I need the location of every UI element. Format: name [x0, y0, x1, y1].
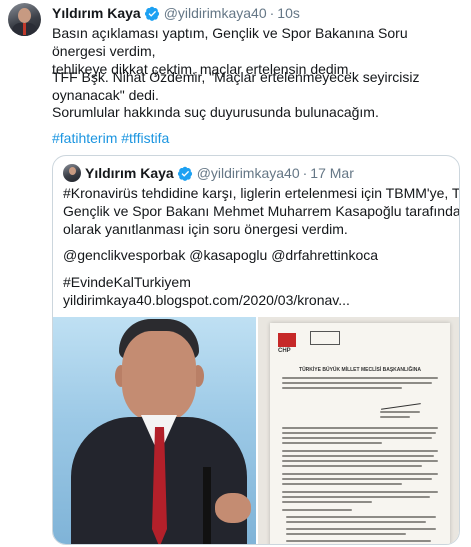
author-name[interactable]: Yıldırım Kaya: [52, 5, 141, 21]
quoted-tweet[interactable]: Yıldırım Kaya @yildirimkaya40 · 17 Mar #…: [52, 155, 460, 545]
hashtag-link[interactable]: #tffistifa: [121, 130, 169, 146]
document-photo[interactable]: CHP TÜRKİYE BÜYÜK MİLLET MECLİSİ BAŞKANL…: [258, 317, 459, 544]
author-handle[interactable]: @yildirimkaya40: [164, 5, 267, 21]
quoted-line-3: olarak yanıtlanması için soru önergesi v…: [63, 221, 348, 237]
quoted-mentions: @genclikvesporbak @kasapoglu @drfahretti…: [63, 247, 379, 263]
author-avatar[interactable]: [8, 3, 41, 36]
chp-logo: [278, 333, 296, 347]
quoted-hashtag: #EvindeKalTurkiyem: [63, 274, 191, 290]
tweet: Yıldırım Kaya @yildirimkaya40 · 10s Bası…: [0, 0, 471, 547]
politician-photo[interactable]: [53, 317, 256, 544]
tweet-paragraph-2: TFF Bşk. Nihat Özdemir, "Maçlar ertelenm…: [52, 69, 420, 103]
tweet-time[interactable]: 10s: [277, 5, 300, 21]
tweet-header: Yıldırım Kaya @yildirimkaya40 · 10s: [52, 4, 300, 22]
parliament-question-document: CHP TÜRKİYE BÜYÜK MİLLET MECLİSİ BAŞKANL…: [270, 323, 450, 544]
quoted-link: yildirimkaya40.blogspot.com/2020/03/kron…: [63, 292, 350, 308]
quoted-header-separator: ·: [302, 165, 308, 181]
header-separator: ·: [269, 5, 275, 21]
quoted-tweet-header: Yıldırım Kaya @yildirimkaya40 · 17 Mar: [85, 164, 354, 182]
quoted-line-2: Gençlik ve Spor Bakanı Mehmet Muharrem K…: [63, 203, 460, 219]
document-header: TÜRKİYE BÜYÜK MİLLET MECLİSİ BAŞKANLIĞIN…: [299, 367, 421, 373]
tweet-paragraph-3: Sorumlular hakkında suç duyurusunda bulu…: [52, 104, 379, 120]
quoted-tweet-date[interactable]: 17 Mar: [310, 165, 354, 181]
quoted-author-name[interactable]: Yıldırım Kaya: [85, 165, 174, 181]
tweet-paragraph-1-line-1: Basın açıklaması yaptım, Gençlik ve Spor…: [52, 25, 408, 59]
document-stamp: [310, 331, 340, 345]
quoted-media[interactable]: CHP TÜRKİYE BÜYÜK MİLLET MECLİSİ BAŞKANL…: [53, 317, 459, 544]
hashtag-link[interactable]: #fatihterim: [52, 130, 117, 146]
tweet-hashtags: #fatihterim #tffistifa: [52, 129, 169, 147]
quoted-line-1: #Kronavirüs tehdidine karşı, liglerin er…: [63, 185, 460, 201]
signature: [379, 390, 421, 410]
verified-badge-icon: [177, 166, 192, 181]
verified-badge-icon: [144, 6, 159, 21]
quoted-author-avatar[interactable]: [63, 164, 81, 182]
quoted-author-handle[interactable]: @yildirimkaya40: [197, 165, 300, 181]
chp-logo-text: CHP: [278, 348, 291, 354]
